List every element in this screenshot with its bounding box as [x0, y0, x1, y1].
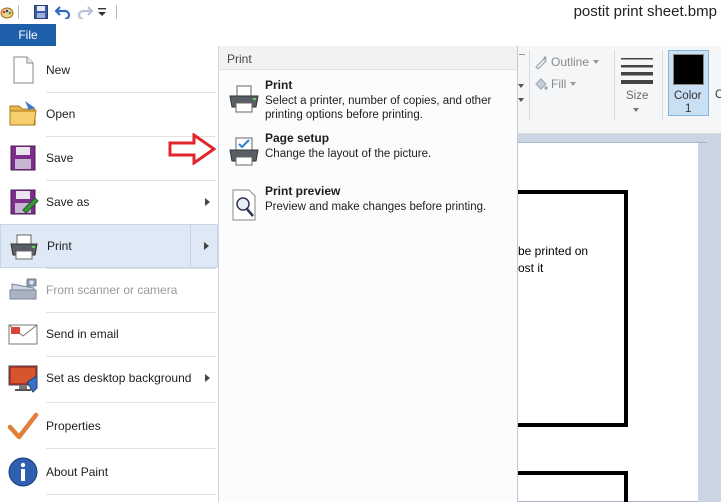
fill-bucket-icon	[535, 78, 548, 90]
menu-label: Open	[46, 107, 76, 121]
menu-separator	[46, 402, 216, 403]
fill-button[interactable]: Fill	[534, 76, 577, 92]
split-divider	[190, 225, 191, 267]
file-tab[interactable]: File	[0, 24, 56, 46]
chevron-down-icon	[593, 60, 600, 64]
submenu-arrow-icon	[205, 198, 210, 206]
color1-number: 1	[685, 103, 692, 115]
submenu-item-print[interactable]: Print Select a printer, number of copies…	[219, 78, 517, 128]
customize-toolbar-icon[interactable]	[97, 3, 107, 21]
menu-item-new[interactable]: New	[0, 48, 218, 92]
submenu-item-title: Page setup	[265, 131, 330, 145]
undo-icon[interactable]	[54, 3, 72, 21]
checkmark-icon	[7, 412, 39, 440]
line-size-icon	[621, 58, 653, 84]
save-icon[interactable]	[32, 3, 50, 21]
desktop-background-icon	[8, 365, 38, 393]
menu-separator	[46, 494, 216, 495]
red-arrow-annotation-icon	[168, 133, 216, 165]
menu-item-properties[interactable]: Properties	[0, 404, 218, 448]
email-icon	[8, 324, 38, 345]
menu-label: From scanner or camera	[46, 283, 178, 297]
submenu-header: Print	[219, 46, 517, 70]
chevron-down-icon	[633, 108, 639, 112]
outline-icon	[535, 56, 547, 69]
menu-item-save-as[interactable]: Save as	[0, 180, 218, 224]
printer-icon	[229, 85, 259, 113]
menu-label: Send in email	[46, 327, 119, 341]
submenu-arrow-icon	[205, 374, 210, 382]
title-bar: postit print sheet.bmp	[0, 0, 721, 24]
canvas-text-line-1: be printed on	[518, 244, 589, 258]
print-preview-icon	[232, 189, 256, 221]
menu-label: Save as	[46, 195, 90, 209]
color2-label-partial[interactable]: C	[715, 89, 721, 101]
open-folder-icon	[9, 101, 37, 126]
menu-item-desktop-background[interactable]: Set as desktop background	[0, 356, 218, 400]
menu-label: Set as desktop background	[46, 371, 192, 385]
save-as-icon	[10, 189, 39, 215]
drawing-canvas[interactable]: be printed on ost it	[517, 142, 708, 502]
ribbon-dropdown-icon[interactable]	[518, 84, 524, 88]
postit-box-top	[517, 190, 628, 427]
ribbon: Outline Fill Size Color 1 C	[517, 46, 721, 134]
menu-item-from-scanner[interactable]: From scanner or camera	[0, 268, 218, 312]
submenu-item-desc: Select a printer, number of copies, and …	[265, 95, 492, 121]
ribbon-divider	[529, 50, 530, 120]
toolbar-divider	[114, 3, 118, 21]
fill-label: Fill	[551, 77, 567, 91]
window-title: postit print sheet.bmp	[573, 3, 717, 20]
scanner-icon	[9, 278, 37, 300]
menu-item-print[interactable]: Print	[0, 224, 218, 268]
submenu-item-desc: Preview and make changes before printing…	[265, 201, 487, 213]
color1-swatch	[673, 54, 704, 85]
menu-label: About Paint	[46, 465, 109, 479]
printer-icon	[10, 234, 38, 260]
outline-label: Outline	[551, 55, 590, 69]
submenu-arrow-icon[interactable]	[204, 242, 209, 250]
info-icon	[8, 457, 38, 487]
canvas-text-line-2: ost it	[518, 261, 544, 275]
color1-button[interactable]: Color 1	[668, 50, 709, 116]
print-submenu: Print Print Select a printer, number of …	[219, 46, 518, 502]
menu-item-send-email[interactable]: Send in email	[0, 312, 218, 356]
submenu-item-desc: Change the layout of the picture.	[265, 148, 432, 160]
color1-label: Color	[674, 90, 702, 102]
new-file-icon	[13, 56, 34, 84]
submenu-item-title: Print preview	[265, 184, 341, 198]
page-setup-icon	[229, 137, 259, 166]
menu-item-open[interactable]: Open	[0, 92, 218, 136]
toolbar-divider	[16, 3, 20, 21]
submenu-item-print-preview[interactable]: Print preview Preview and make changes b…	[219, 184, 517, 234]
menu-separator	[46, 448, 216, 449]
menu-label: New	[46, 63, 71, 77]
menu-item-about[interactable]: About Paint	[0, 450, 218, 494]
chevron-down-icon	[570, 82, 577, 86]
menu-label: Save	[46, 151, 74, 165]
postit-box-bottom	[517, 471, 628, 502]
canvas-margin	[698, 143, 708, 502]
file-menu: New Open Save Save as Print From scanner…	[0, 46, 219, 502]
menu-label: Print	[47, 239, 72, 253]
menu-label: Properties	[46, 419, 101, 433]
ribbon-divider	[662, 50, 663, 120]
redo-icon[interactable]	[76, 3, 94, 21]
paint-app-icon[interactable]	[0, 3, 14, 21]
submenu-header-label: Print	[227, 52, 252, 66]
save-icon	[10, 145, 36, 171]
outline-button[interactable]: Outline	[534, 54, 600, 70]
submenu-item-page-setup[interactable]: Page setup Change the layout of the pict…	[219, 131, 517, 181]
size-button[interactable]: Size	[618, 52, 656, 116]
ribbon-scroll-up-icon[interactable]	[519, 54, 525, 55]
submenu-item-title: Print	[265, 78, 293, 92]
ribbon-divider	[614, 50, 615, 120]
ribbon-dropdown-icon[interactable]	[518, 98, 524, 102]
size-label: Size	[626, 90, 649, 102]
